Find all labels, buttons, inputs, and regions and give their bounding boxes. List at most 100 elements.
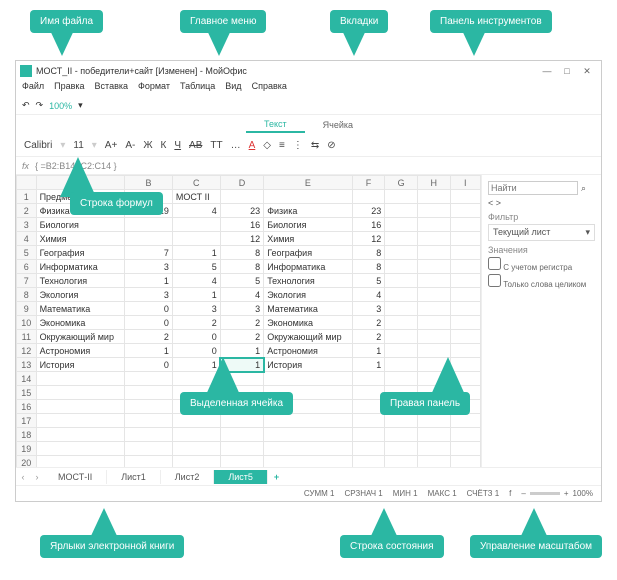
- cell[interactable]: 3: [172, 302, 220, 316]
- cell[interactable]: 0: [172, 330, 220, 344]
- scope-select[interactable]: Текущий лист ▾: [488, 224, 595, 241]
- cell[interactable]: Технология: [36, 274, 124, 288]
- col-header[interactable]: F: [352, 176, 385, 190]
- cell[interactable]: Технология: [264, 274, 352, 288]
- cell[interactable]: [385, 414, 418, 428]
- row-header[interactable]: 16: [17, 400, 37, 414]
- cell[interactable]: [385, 218, 418, 232]
- cell[interactable]: [125, 372, 173, 386]
- cell[interactable]: [417, 288, 450, 302]
- cell[interactable]: 0: [125, 316, 173, 330]
- cell[interactable]: [385, 456, 418, 468]
- cell[interactable]: География: [36, 246, 124, 260]
- cell[interactable]: [417, 316, 450, 330]
- cell[interactable]: 1: [125, 344, 173, 358]
- cell[interactable]: Окружающий мир: [264, 330, 352, 344]
- cell[interactable]: [36, 400, 124, 414]
- cell[interactable]: 7: [125, 246, 173, 260]
- search-prev-button[interactable]: <: [488, 198, 493, 208]
- cell[interactable]: [450, 428, 481, 442]
- cell[interactable]: [450, 274, 481, 288]
- col-header[interactable]: C: [172, 176, 220, 190]
- underline-button[interactable]: Ч: [174, 140, 181, 151]
- cell[interactable]: [352, 428, 385, 442]
- cell[interactable]: Биология: [36, 218, 124, 232]
- cell[interactable]: [450, 344, 481, 358]
- cell[interactable]: 2: [220, 330, 263, 344]
- zoom-out-button[interactable]: –: [521, 489, 525, 498]
- cell[interactable]: [220, 428, 263, 442]
- cell[interactable]: [385, 260, 418, 274]
- link-button[interactable]: ⊘: [327, 140, 335, 151]
- zoom-percent[interactable]: 100%: [573, 489, 593, 498]
- cell[interactable]: [172, 442, 220, 456]
- cell[interactable]: 1: [352, 358, 385, 372]
- cell[interactable]: [220, 456, 263, 468]
- strike-button[interactable]: AB: [189, 140, 202, 151]
- cell[interactable]: Астрономия: [36, 344, 124, 358]
- cell[interactable]: [450, 316, 481, 330]
- cell[interactable]: 16: [352, 218, 385, 232]
- cell[interactable]: [172, 414, 220, 428]
- cell[interactable]: [264, 442, 352, 456]
- sheet-nav-next[interactable]: ›: [30, 472, 44, 482]
- cell[interactable]: [125, 400, 173, 414]
- align-v-button[interactable]: ⋮: [293, 140, 303, 151]
- cell[interactable]: [385, 274, 418, 288]
- cell[interactable]: 0: [125, 302, 173, 316]
- cell[interactable]: Экология: [36, 288, 124, 302]
- search-icon[interactable]: ⌕: [581, 183, 586, 194]
- row-header[interactable]: 4: [17, 232, 37, 246]
- cell[interactable]: [36, 372, 124, 386]
- cell[interactable]: 2: [352, 316, 385, 330]
- cell[interactable]: Окружающий мир: [36, 330, 124, 344]
- italic-button[interactable]: К: [161, 140, 167, 151]
- search-next-button[interactable]: >: [496, 198, 501, 208]
- cell[interactable]: [220, 442, 263, 456]
- cell[interactable]: [417, 274, 450, 288]
- cell[interactable]: [450, 246, 481, 260]
- cell[interactable]: 2: [125, 330, 173, 344]
- add-sheet-button[interactable]: +: [268, 472, 285, 482]
- tab-cell[interactable]: Ячейка: [305, 118, 371, 132]
- cell[interactable]: [385, 204, 418, 218]
- cell[interactable]: Астрономия: [264, 344, 352, 358]
- cell[interactable]: [385, 302, 418, 316]
- cell[interactable]: [385, 316, 418, 330]
- fill-color-button[interactable]: ◇: [263, 140, 271, 151]
- cell[interactable]: [264, 456, 352, 468]
- cell[interactable]: [417, 302, 450, 316]
- cell[interactable]: [385, 246, 418, 260]
- close-button[interactable]: ✕: [577, 66, 597, 77]
- cell[interactable]: [172, 218, 220, 232]
- cell[interactable]: [125, 232, 173, 246]
- cell[interactable]: [125, 218, 173, 232]
- cell[interactable]: 5: [220, 274, 263, 288]
- sheet-tab[interactable]: Лист2: [161, 470, 215, 484]
- col-header[interactable]: E: [264, 176, 352, 190]
- cell[interactable]: [36, 442, 124, 456]
- cell[interactable]: 2: [220, 316, 263, 330]
- menu-help[interactable]: Справка: [252, 81, 287, 97]
- cell[interactable]: [417, 344, 450, 358]
- cell[interactable]: [264, 414, 352, 428]
- row-header[interactable]: 8: [17, 288, 37, 302]
- cell[interactable]: [385, 428, 418, 442]
- cell[interactable]: Физика: [264, 204, 352, 218]
- cell[interactable]: [36, 428, 124, 442]
- cell[interactable]: [125, 414, 173, 428]
- cell[interactable]: [36, 456, 124, 468]
- zoom-in-button[interactable]: +: [564, 489, 569, 498]
- cell[interactable]: 1: [352, 344, 385, 358]
- row-header[interactable]: 1: [17, 190, 37, 204]
- row-header[interactable]: 12: [17, 344, 37, 358]
- menu-file[interactable]: Файл: [22, 81, 44, 97]
- cell[interactable]: [385, 344, 418, 358]
- row-header[interactable]: 9: [17, 302, 37, 316]
- row-header[interactable]: 3: [17, 218, 37, 232]
- row-header[interactable]: 15: [17, 386, 37, 400]
- cell[interactable]: [385, 232, 418, 246]
- cell[interactable]: 8: [220, 260, 263, 274]
- cell[interactable]: [172, 428, 220, 442]
- text-color-button[interactable]: A: [249, 140, 256, 151]
